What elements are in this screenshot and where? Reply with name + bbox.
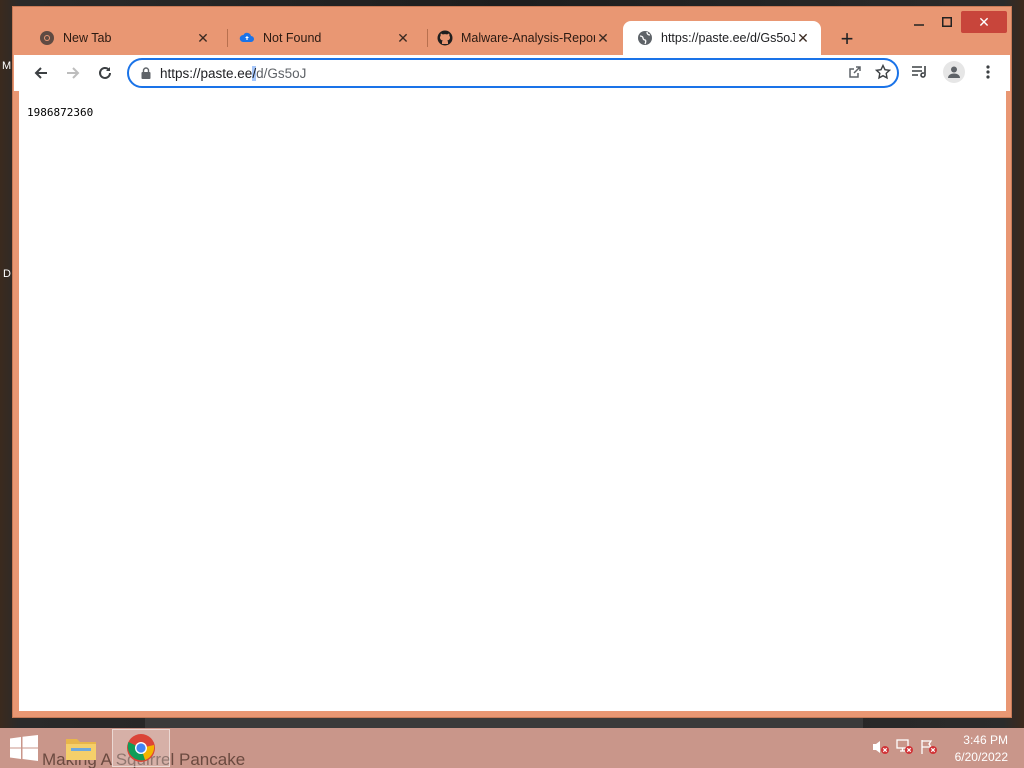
system-tray	[872, 738, 938, 756]
close-window-icon[interactable]: ✕	[961, 11, 1007, 33]
clock-date: 6/20/2022	[954, 750, 1008, 764]
forward-arrow-icon[interactable]	[58, 58, 88, 88]
menu-kebab-icon[interactable]	[974, 58, 1002, 86]
volume-muted-icon[interactable]	[872, 738, 890, 756]
file-explorer-icon[interactable]	[52, 729, 110, 767]
tab-title: New Tab	[63, 31, 112, 45]
new-tab-button[interactable]: +	[833, 25, 861, 53]
chrome-icon	[39, 30, 55, 46]
windows-start-icon[interactable]	[10, 735, 38, 761]
desktop-edge-letter: D	[3, 268, 11, 280]
omnibox-actions	[847, 63, 892, 83]
action-center-flag-icon[interactable]	[920, 738, 938, 756]
share-icon[interactable]	[847, 64, 863, 83]
url-path: d/Gs5oJ	[256, 65, 307, 81]
close-icon[interactable]: ✕	[395, 30, 411, 46]
reading-list-icon[interactable]	[906, 58, 934, 86]
network-disconnected-icon[interactable]	[896, 738, 914, 756]
window-controls: ✕	[905, 11, 1007, 33]
toolbar-right	[906, 58, 1002, 86]
tab-title: Malware-Analysis-Reports	[461, 31, 595, 45]
github-icon	[437, 30, 453, 46]
url-host: https://paste.ee	[160, 65, 253, 81]
close-icon[interactable]: ✕	[795, 30, 811, 46]
lock-icon[interactable]	[141, 67, 151, 79]
paste-text: 1986872360	[27, 106, 94, 119]
close-icon[interactable]: ✕	[595, 30, 611, 46]
reload-icon[interactable]	[90, 58, 120, 88]
tab-title: Not Found	[263, 31, 322, 45]
browser-window: New Tab ✕ Not Found ✕ Malware-Analysis-R…	[12, 6, 1012, 718]
tab-new-tab[interactable]: New Tab ✕	[25, 21, 221, 55]
tab-not-found[interactable]: Not Found ✕	[225, 21, 421, 55]
tab-title: https://paste.ee/d/Gs5oJ	[661, 31, 795, 45]
close-icon[interactable]: ✕	[195, 30, 211, 46]
tab-strip: New Tab ✕ Not Found ✕ Malware-Analysis-R…	[13, 7, 1011, 55]
tab-malware-analysis[interactable]: Malware-Analysis-Reports ✕	[423, 21, 621, 55]
avatar-icon	[943, 61, 965, 83]
address-bar[interactable]: https://paste.ee / d/Gs5oJ	[127, 58, 899, 88]
page-content: 1986872360	[19, 91, 1006, 711]
profile-button[interactable]	[940, 58, 968, 86]
bookmark-star-icon[interactable]	[874, 63, 892, 83]
chrome-taskbar-icon[interactable]	[112, 729, 170, 767]
minimize-icon[interactable]	[905, 11, 933, 33]
maximize-icon[interactable]	[933, 11, 961, 33]
browser-toolbar: https://paste.ee / d/Gs5oJ	[14, 55, 1010, 91]
desktop-edge-letter: M	[2, 60, 12, 72]
taskbar-clock[interactable]: 3:46 PM 6/20/2022	[955, 732, 1008, 766]
back-arrow-icon[interactable]	[26, 58, 56, 88]
cloud-upload-icon	[239, 30, 255, 46]
tab-paste-ee[interactable]: https://paste.ee/d/Gs5oJ ✕	[623, 21, 821, 55]
clock-time: 3:46 PM	[963, 733, 1008, 747]
globe-icon	[637, 30, 653, 46]
